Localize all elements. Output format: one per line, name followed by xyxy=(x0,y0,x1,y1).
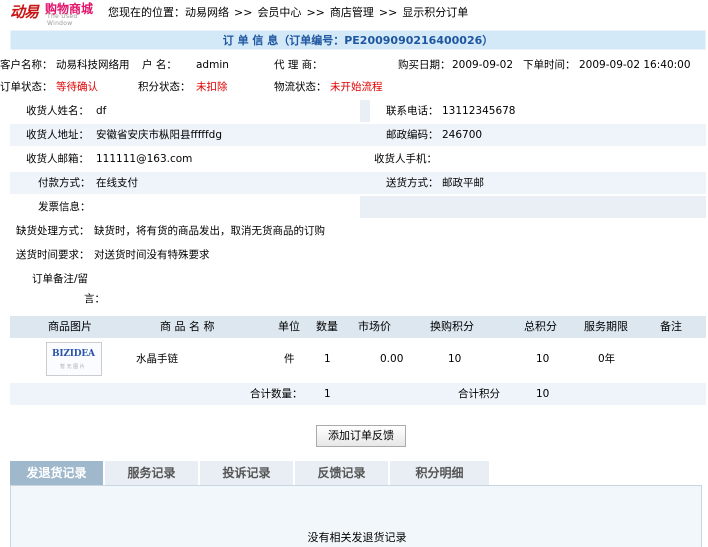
product-name[interactable]: 水晶手链 xyxy=(136,338,178,380)
order-summary-row-2: 订单状态： 等待确认 积分状态： 未扣除 物流状态： 未开始流程 xyxy=(0,78,708,96)
order-status-label: 订单状态： xyxy=(0,81,53,93)
points-status-value: 未扣除 xyxy=(196,81,228,93)
sum-points-value: 10 xyxy=(536,388,550,400)
payment-label: 付款方式： xyxy=(38,177,91,189)
logistics-label: 物流状态： xyxy=(274,81,327,93)
delivery-value: 邮政平邮 xyxy=(442,177,484,189)
address-value: 安徽省安庆市枞阳县fffffdg xyxy=(96,129,222,141)
product-unit: 件 xyxy=(284,353,295,365)
sum-points-label: 合计积分 xyxy=(458,388,500,400)
col-unit: 单位 xyxy=(278,320,300,333)
breadcrumb-item-home[interactable]: 动易网络 xyxy=(185,6,229,19)
receiver-row-shortage: 缺货处理方式： 缺货时，将有货的商品发出，取消无货商品的订购 xyxy=(10,220,706,242)
buy-date-label: 购买日期： xyxy=(398,59,451,71)
remark-label-line2: 言： xyxy=(84,293,105,305)
empty-records-message: 没有相关发退货记录 xyxy=(307,531,407,544)
order-time-value: 2009-09-02 16:40:00 xyxy=(579,59,691,71)
email-label: 收货人邮箱： xyxy=(26,153,89,165)
sum-quantity-value: 1 xyxy=(324,388,331,400)
username-value: admin xyxy=(196,59,229,71)
zip-value: 246700 xyxy=(442,129,483,141)
email-value: 111111@163.com xyxy=(96,153,193,165)
product-image-caption: 暂 无 图 片 xyxy=(60,364,85,370)
buy-date-value: 2009-09-02 xyxy=(452,59,514,71)
phone-value: 13112345678 xyxy=(442,105,516,117)
product-total-points: 10 xyxy=(536,353,550,365)
receiver-row-remark: 订单备注/留 言： xyxy=(10,268,706,312)
agent-label: 代 理 商： xyxy=(274,59,323,71)
order-time-label: 下单时间： xyxy=(523,59,576,71)
product-image-brand: BIZIDEA xyxy=(52,349,95,359)
remark-label-line1: 订单备注/留 xyxy=(32,273,89,285)
site-logo[interactable]: 动易 购物商城 The Used Window xyxy=(10,1,102,27)
tab-shipping-records[interactable]: 发退货记录 xyxy=(10,461,104,485)
breadcrumb-item-store-manage[interactable]: 商店管理 xyxy=(330,6,374,19)
order-info-panel: 订 单 信 息（订单编号：PE2009090216400026） xyxy=(10,30,706,50)
receiver-row-name: 收货人姓名： df 联系电话： 13112345678 xyxy=(10,100,706,122)
product-market-price: 0.00 xyxy=(380,353,404,365)
order-summary-row-1: 客户名称： 动易科技网络用 户 名： admin 代 理 商： 购买日期： 20… xyxy=(0,56,708,74)
phone-label: 联系电话： xyxy=(386,105,439,117)
breadcrumb-item-current: 显示积分订单 xyxy=(402,6,469,19)
logistics-value: 未开始流程 xyxy=(330,81,383,93)
customer-label: 客户名称： xyxy=(0,59,53,71)
col-service-period: 服务期限 xyxy=(584,320,628,333)
breadcrumb-separator: >> xyxy=(306,6,325,19)
col-market-price: 市场价 xyxy=(358,320,391,333)
zip-label: 邮政编码： xyxy=(386,129,439,141)
mobile-label: 收货人手机： xyxy=(374,153,437,165)
cell-divider xyxy=(360,100,370,122)
breadcrumb-item-member-center[interactable]: 会员中心 xyxy=(257,6,301,19)
add-order-feedback-button[interactable]: 添加订单反馈 xyxy=(316,425,406,447)
receiver-name-value: df xyxy=(96,105,107,117)
payment-value: 在线支付 xyxy=(96,177,138,189)
breadcrumb-separator: >> xyxy=(234,6,253,19)
receiver-info-table: 收货人姓名： df 联系电话： 13112345678 收货人地址： 安徽省安庆… xyxy=(10,100,706,312)
logo-subtitle: The Used Window xyxy=(47,13,78,27)
address-label: 收货人地址： xyxy=(26,129,89,141)
delivery-label: 送货方式： xyxy=(386,177,439,189)
product-exchange-points: 10 xyxy=(448,353,462,365)
breadcrumb: 您现在的位置：动易网络 >> 会员中心 >> 商店管理 >> 显示积分订单 xyxy=(108,4,468,20)
col-exchange-points: 换购积分 xyxy=(430,320,474,333)
order-title: 订 单 信 息（订单编号：PE2009090216400026） xyxy=(10,30,706,50)
invoice-label: 发票信息： xyxy=(38,201,91,213)
cell-filler xyxy=(360,196,706,218)
tab-complaint-records[interactable]: 投诉记录 xyxy=(200,461,294,485)
tab-panel: 没有相关发退货记录 xyxy=(10,485,702,547)
tab-points-detail[interactable]: 积分明细 xyxy=(390,461,490,485)
tab-feedback-records[interactable]: 反馈记录 xyxy=(295,461,389,485)
order-status-value: 等待确认 xyxy=(56,81,98,93)
col-product-image: 商品图片 xyxy=(48,320,92,333)
col-quantity: 数量 xyxy=(316,320,338,333)
product-quantity: 1 xyxy=(324,353,331,365)
col-product-name: 商 品 名 称 xyxy=(160,320,215,333)
col-note: 备注 xyxy=(660,320,682,333)
product-service-period: 0年 xyxy=(598,353,616,365)
shortage-value: 缺货时，将有货的商品发出，取消无货商品的订购 xyxy=(94,225,325,237)
product-image[interactable]: BIZIDEA 暂 无 图 片 xyxy=(46,342,102,376)
receiver-row-email: 收货人邮箱： 111111@163.com 收货人手机： xyxy=(10,148,706,170)
customer-value: 动易科技网络用 xyxy=(56,59,130,71)
logo-mark: 动易 xyxy=(10,3,39,21)
product-summary-row: 合计数量： 1 合计积分 10 xyxy=(10,383,706,405)
username-label: 户 名： xyxy=(142,59,177,71)
receiver-row-address: 收货人地址： 安徽省安庆市枞阳县fffffdg 邮政编码： 246700 xyxy=(10,124,706,146)
col-total-points: 总积分 xyxy=(524,320,557,333)
shortage-label: 缺货处理方式： xyxy=(16,225,90,237)
breadcrumb-prefix: 您现在的位置： xyxy=(108,6,185,19)
product-row: BIZIDEA 暂 无 图 片 水晶手链 件 1 0.00 10 10 0年 xyxy=(10,338,706,380)
breadcrumb-separator: >> xyxy=(378,6,398,19)
receiver-row-invoice: 发票信息： xyxy=(10,196,706,218)
receiver-row-delivery-time: 送货时间要求： 对送货时间没有特殊要求 xyxy=(10,244,706,266)
receiver-name-label: 收货人姓名： xyxy=(26,105,89,117)
points-status-label: 积分状态： xyxy=(138,81,191,93)
sum-quantity-label: 合计数量： xyxy=(250,388,303,400)
product-table-header: 商品图片 商 品 名 称 单位 数量 市场价 换购积分 总积分 服务期限 备注 xyxy=(10,316,706,338)
tab-service-records[interactable]: 服务记录 xyxy=(105,461,199,485)
top-bar: 动易 购物商城 The Used Window 您现在的位置：动易网络 >> 会员中… xyxy=(0,0,708,27)
delivery-time-label: 送货时间要求： xyxy=(16,249,90,261)
receiver-row-payment: 付款方式： 在线支付 送货方式： 邮政平邮 xyxy=(10,172,706,194)
delivery-time-value: 对送货时间没有特殊要求 xyxy=(94,249,210,261)
